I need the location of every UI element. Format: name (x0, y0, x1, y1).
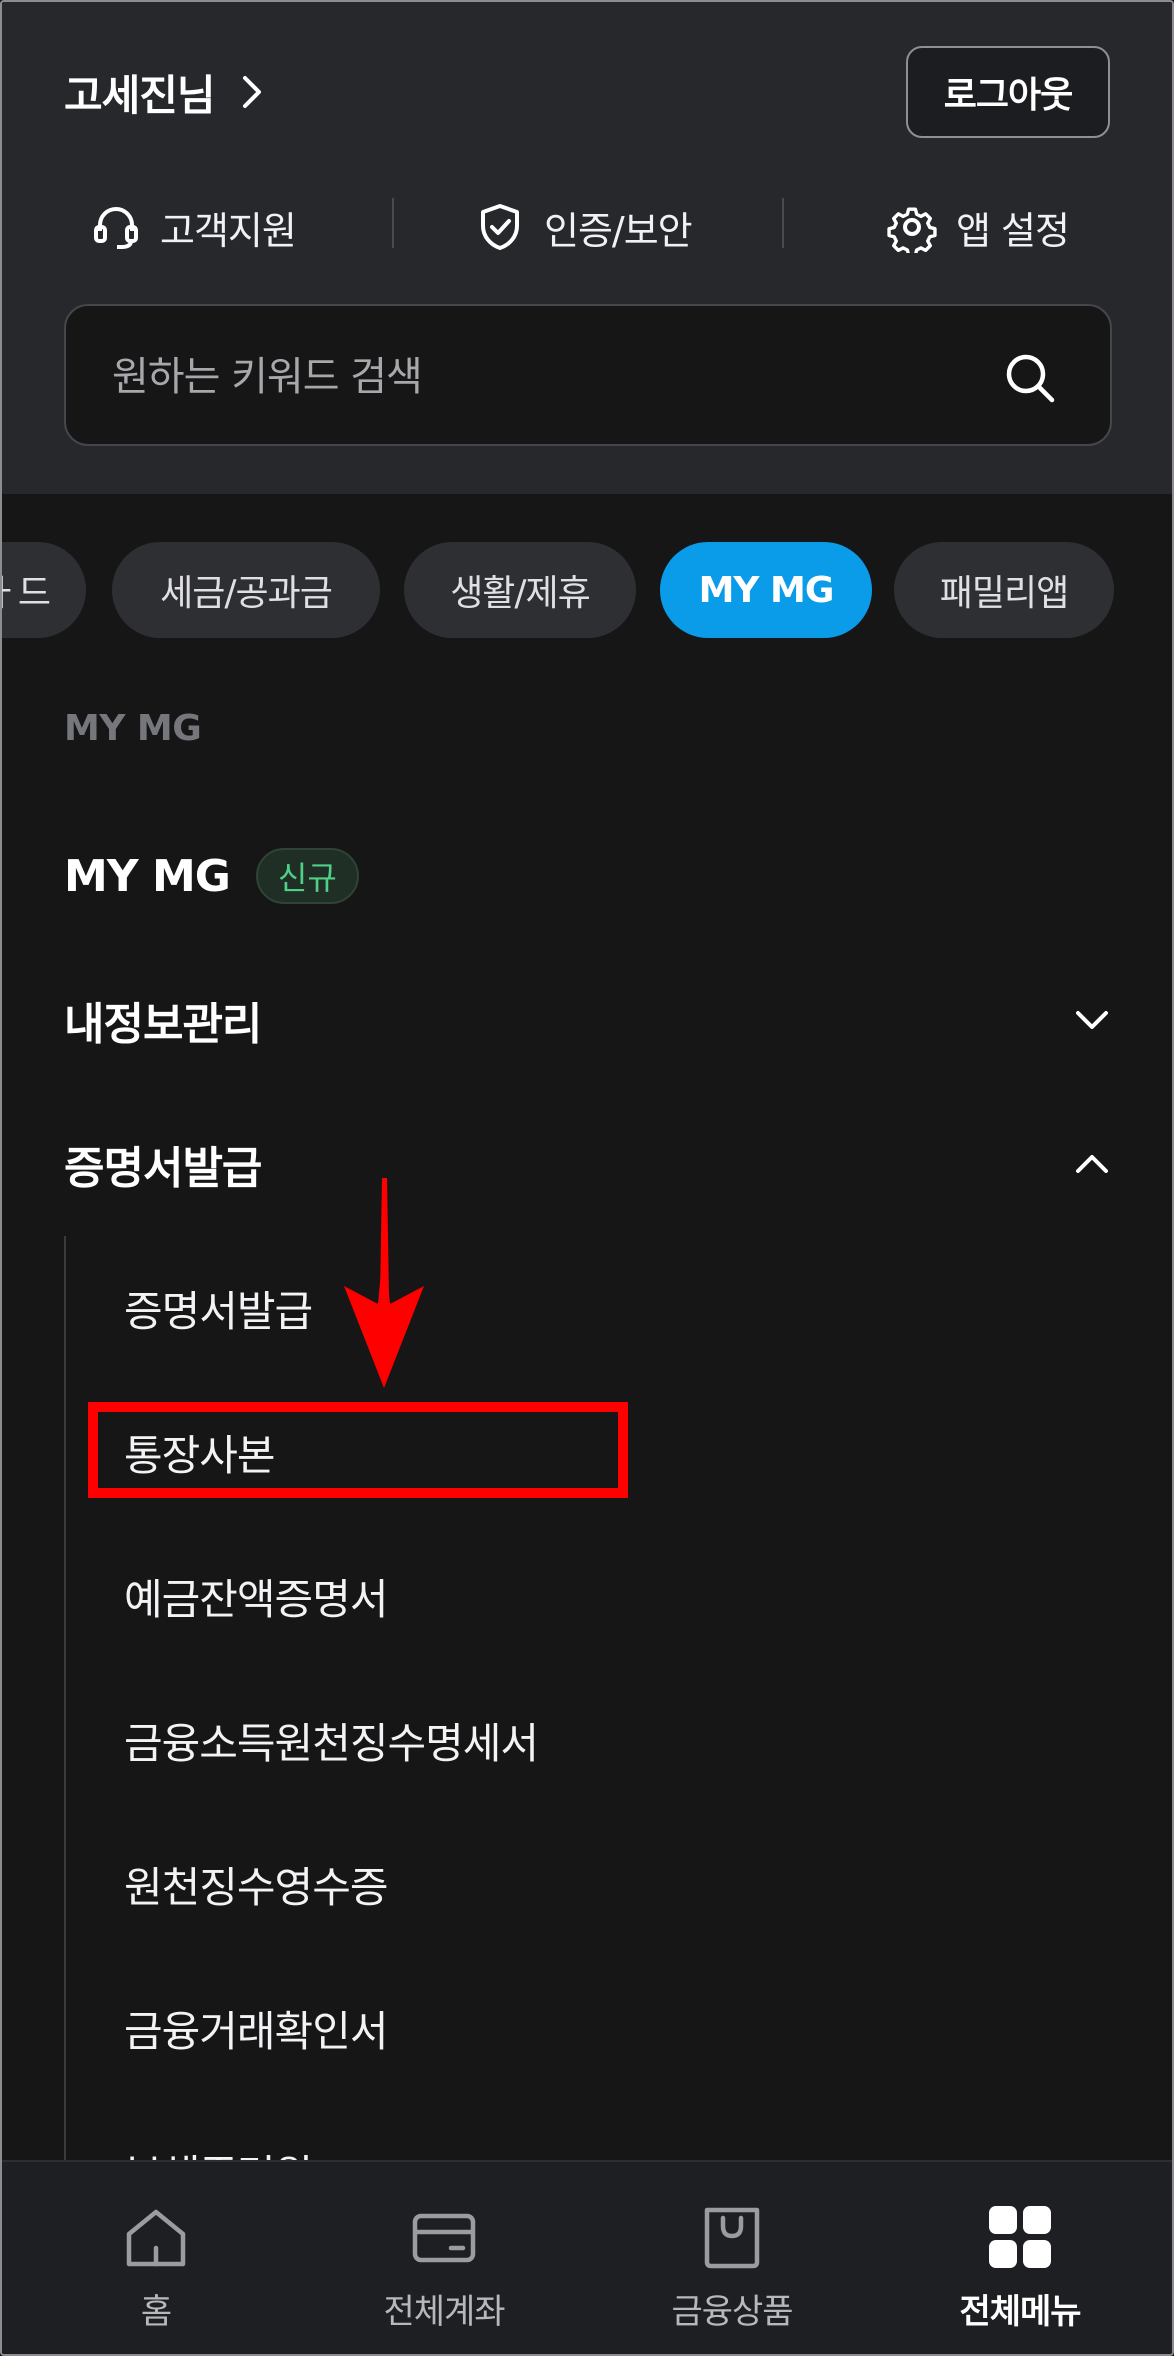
red-arrow-annotation-icon (344, 1178, 424, 1388)
tab-life-partnership[interactable]: 생활/제휴 (404, 542, 636, 638)
nav-label: 금융상품 (671, 2292, 793, 2332)
customer-support-label: 고객지원 (160, 208, 297, 253)
chevron-down-icon (1076, 1011, 1108, 1029)
category-tabs: ㅏ드 세금/공과금 생활/제휴 MY MG 패밀리앱 (2, 542, 1172, 640)
menu-item-label: MY MG (64, 850, 231, 902)
menu-item-my-mg[interactable]: MY MG 신규 (64, 836, 1112, 916)
auth-security-button[interactable]: 인증/보안 (474, 192, 693, 262)
chevron-up-icon (1076, 1155, 1108, 1173)
app-screen: 고세진님 로그아웃 고객지원 인증/보안 앱 설정 원하는 키워드 검색 드 세… (0, 0, 1174, 2356)
tab-family-apps[interactable]: 패밀리앱 (894, 542, 1114, 638)
submenu-guide-line (64, 1236, 66, 2162)
submenu-item-withholding-receipt[interactable]: 원천징수영수증 (124, 1854, 388, 1914)
app-settings-label: 앱 설정 (956, 208, 1070, 253)
menu-item-certificate-issue[interactable]: 증명서발급 (64, 1124, 1112, 1204)
customer-support-button[interactable]: 고객지원 (90, 192, 297, 262)
section-label: MY MG (64, 708, 202, 749)
nav-label: 전체메뉴 (959, 2292, 1081, 2332)
nav-label: 홈 (140, 2292, 172, 2332)
submenu-item-certificate-issue[interactable]: 증명서발급 (124, 1278, 313, 1338)
nav-all-accounts[interactable]: 전체계좌 (344, 2202, 544, 2342)
search-input[interactable] (110, 336, 994, 418)
nav-home[interactable]: 홈 (56, 2202, 256, 2342)
submenu-item-financial-transaction-confirmation[interactable]: 금융거래확인서 (124, 1998, 388, 2058)
menu-item-label: 내정보관리 (64, 999, 262, 1050)
shield-check-icon (481, 204, 519, 250)
menu-item-my-info[interactable]: 내정보관리 (64, 980, 1112, 1060)
app-settings-button[interactable]: 앱 설정 (886, 192, 1070, 262)
search-icon[interactable] (1002, 350, 1058, 406)
gear-icon (887, 207, 937, 253)
new-badge: 신규 (255, 848, 359, 904)
submenu-item-deposit-balance-certificate[interactable]: 예금잔액증명서 (124, 1566, 388, 1626)
auth-security-label: 인증/보안 (544, 208, 693, 253)
card-icon (412, 2213, 476, 2263)
tab-tax-utilities[interactable]: 세금/공과금 (112, 542, 380, 638)
nav-financial-products[interactable]: 금융상품 (632, 2202, 832, 2342)
chevron-right-icon (242, 76, 261, 108)
highlight-annotation-box (88, 1402, 628, 1498)
nav-all-menu[interactable]: 전체메뉴 (920, 2202, 1120, 2342)
headset-icon (94, 207, 138, 249)
user-name: 고세진님 (64, 70, 216, 120)
divider (392, 198, 394, 248)
nav-label: 전체계좌 (383, 2292, 505, 2332)
tab-my-mg[interactable]: MY MG (660, 542, 872, 638)
grid-menu-icon (989, 2206, 1051, 2268)
home-icon (126, 2209, 186, 2267)
utility-row: 고객지원 인증/보안 앱 설정 (2, 192, 1172, 262)
user-profile-link[interactable]: 고세진님 (64, 64, 267, 120)
divider (782, 198, 784, 248)
header: 고세진님 로그아웃 고객지원 인증/보안 앱 설정 원하는 키워드 검색 (2, 2, 1172, 494)
menu-item-label: 증명서발급 (64, 1143, 262, 1194)
bottom-navigation: 홈 전체계좌 금융상품 전체메뉴 (2, 2160, 1172, 2354)
logout-button[interactable]: 로그아웃 (906, 46, 1110, 138)
search-bar[interactable] (64, 304, 1112, 446)
shopping-bag-icon (704, 2207, 760, 2269)
tab-card[interactable]: ㅏ드 (2, 542, 86, 638)
submenu-item-financial-income-withholding[interactable]: 금융소득원천징수명세서 (124, 1710, 539, 1770)
